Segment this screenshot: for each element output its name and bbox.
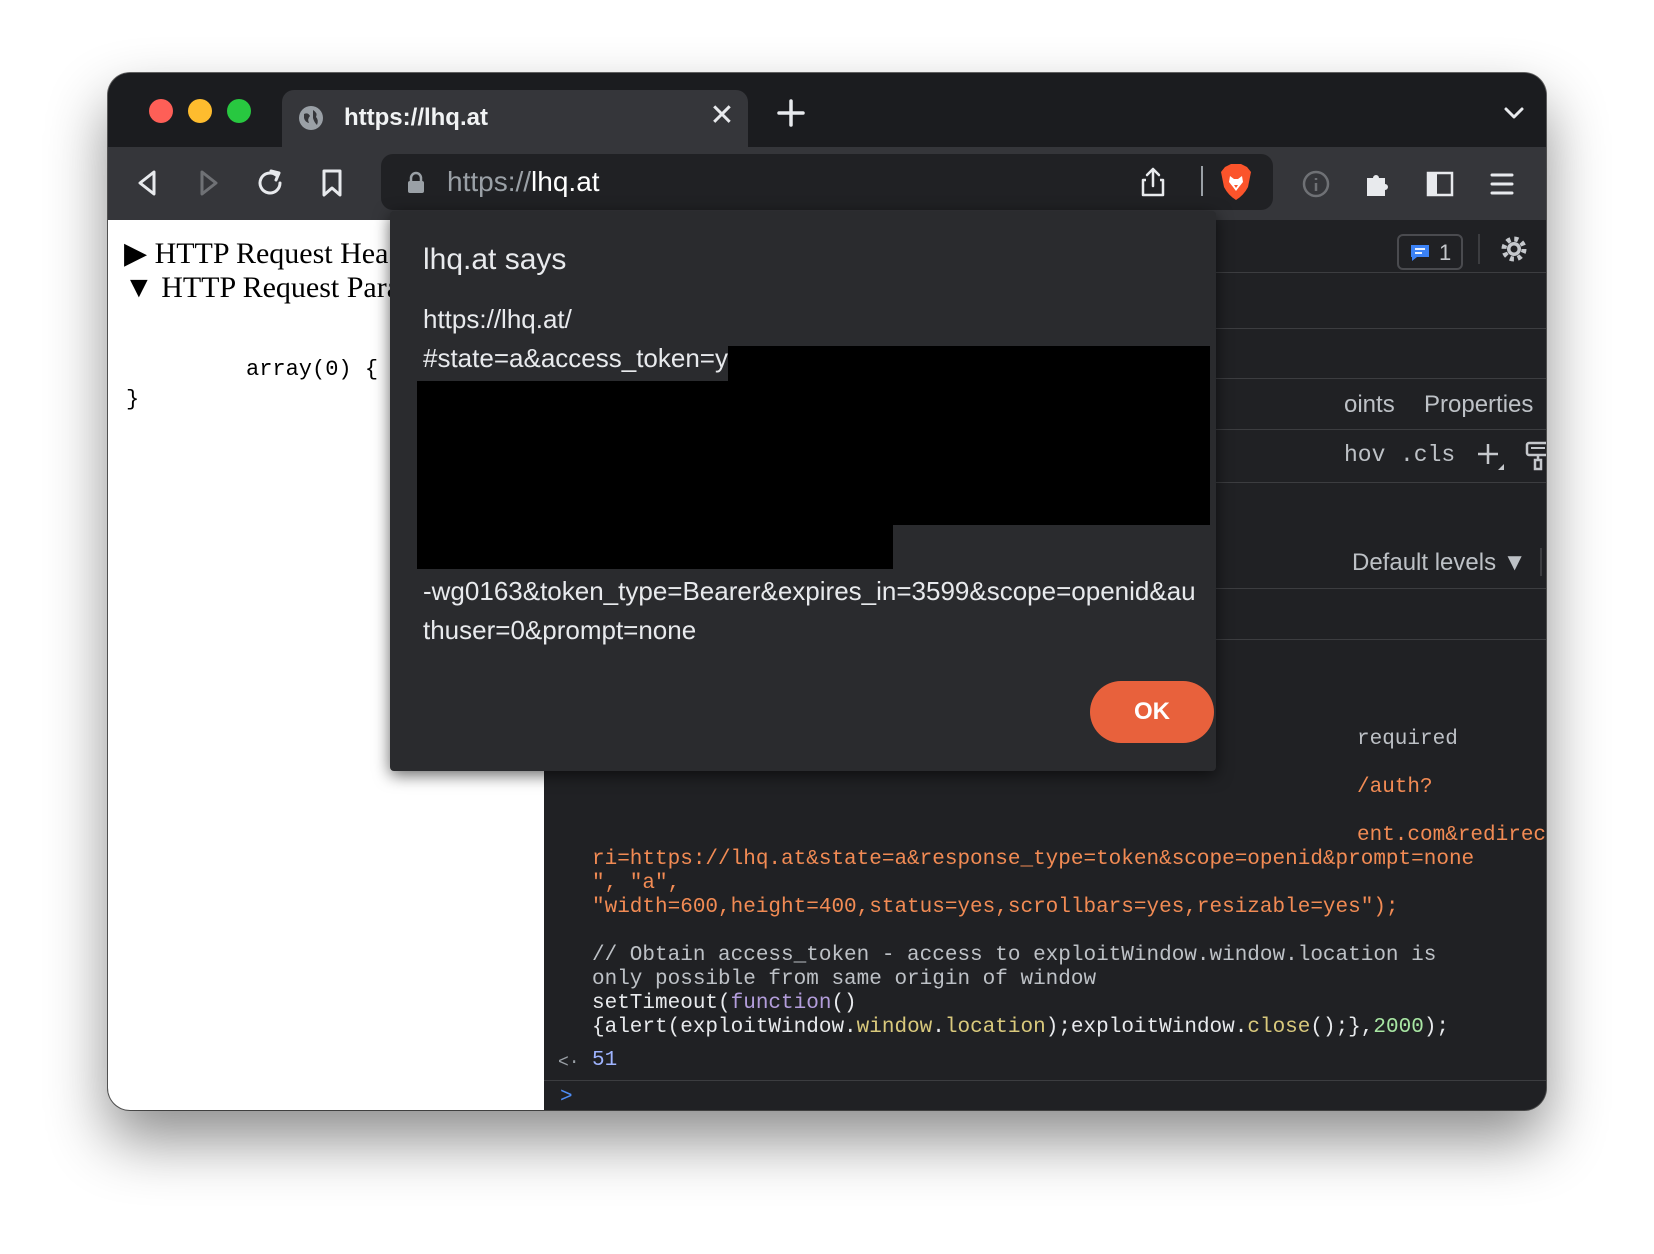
chevron-down-icon[interactable] <box>1502 101 1526 125</box>
code-alert-open: {alert(exploitWindow. <box>592 1016 857 1039</box>
share-icon[interactable] <box>1138 166 1168 198</box>
toolbar: https://lhq.at <box>108 147 1546 220</box>
dialog-title: lhq.at says <box>423 243 567 276</box>
brave-lion-icon[interactable] <box>1219 163 1253 201</box>
menu-icon[interactable] <box>1486 168 1518 200</box>
alert-dialog: lhq.at says https://lhq.at/ #state=a&acc… <box>390 211 1216 771</box>
reload-icon[interactable] <box>254 167 286 199</box>
bookmark-icon[interactable] <box>316 167 348 199</box>
dialog-message-line-1: https://lhq.at/ <box>423 304 572 334</box>
tab-title: https://lhq.at <box>344 104 488 131</box>
code-window-prop: window <box>856 1016 933 1039</box>
divider <box>544 1080 1546 1081</box>
redaction-block <box>417 381 1210 525</box>
tab-breakpoints[interactable]: oints <box>1344 391 1395 419</box>
close-window-button[interactable] <box>149 99 173 123</box>
console-a-text: ", "a", <box>592 872 681 895</box>
url-scheme: https:// <box>447 166 532 197</box>
console-uri-text: ri=https://lhq.at&state=a&response_type=… <box>592 848 1475 871</box>
redaction-block <box>728 346 1210 382</box>
console-comment-2: only possible from same origin of window <box>592 968 1097 991</box>
console-auth-text: /auth? <box>1357 776 1433 799</box>
console-redirect-text: ent.com&redirect_u <box>1357 824 1546 847</box>
issues-icon <box>1411 245 1429 261</box>
hov-button[interactable]: hov <box>1344 442 1385 468</box>
puzzle-icon[interactable] <box>1362 168 1394 200</box>
console-features-text: "width=600,height=400,status=yes,scrollb… <box>592 896 1399 919</box>
browser-window: https://lhq.at ✕ https://lhq.at ▶ HTTP R… <box>108 73 1546 1110</box>
console-settimeout-line: setTimeout(function() <box>592 992 857 1016</box>
code-delay-number: 2000 <box>1373 1016 1424 1039</box>
dialog-message-line-4: thuser=0&prompt=none <box>423 615 697 645</box>
code-parens: () <box>831 992 857 1015</box>
close-icon[interactable]: ✕ <box>706 100 738 132</box>
divider <box>1478 234 1480 264</box>
paint-icon[interactable] <box>1524 440 1546 472</box>
console-result-value: 51 <box>592 1049 618 1072</box>
default-levels-dropdown[interactable]: Default levels ▼ <box>1352 549 1527 577</box>
console-required-text: required <box>1357 728 1458 751</box>
console-prompt[interactable]: > <box>560 1086 573 1110</box>
minimize-window-button[interactable] <box>188 99 212 123</box>
address-bar[interactable]: https://lhq.at <box>381 154 1273 210</box>
code-dot: . <box>932 1016 945 1039</box>
console-alert-line: {alert(exploitWindow.window.location);ex… <box>592 1016 1449 1040</box>
http-request-headers-toggle[interactable]: ▶ HTTP Request Hea <box>124 236 388 271</box>
http-request-params-toggle[interactable]: ▼ HTTP Request Para <box>124 271 400 305</box>
code-end: ); <box>1423 1016 1450 1039</box>
code-brace: } <box>126 387 140 412</box>
code-settimeout: setTimeout( <box>592 992 731 1015</box>
plus-icon[interactable] <box>773 95 809 131</box>
globe-icon <box>299 106 323 130</box>
divider <box>1540 548 1542 576</box>
redaction-block <box>417 523 893 569</box>
dialog-message-line-2: #state=a&access_token=y <box>423 343 728 373</box>
tab-properties[interactable]: Properties <box>1424 391 1533 419</box>
url-host: lhq.at <box>531 166 600 197</box>
code-close-end: ();}, <box>1310 1016 1374 1039</box>
gear-icon[interactable] <box>1499 234 1529 264</box>
forward-icon[interactable] <box>192 167 224 199</box>
lock-icon[interactable] <box>406 171 426 193</box>
console-result-arrow: <· <box>558 1053 580 1073</box>
code-location-prop: location <box>944 1016 1046 1039</box>
sidebar-icon[interactable] <box>1424 168 1456 200</box>
title-bar: https://lhq.at ✕ <box>108 73 1546 147</box>
cls-button[interactable]: .cls <box>1400 442 1455 468</box>
issues-button[interactable]: 1 <box>1397 234 1463 270</box>
code-array: array(0) { <box>246 357 379 382</box>
issues-count: 1 <box>1439 240 1452 265</box>
url-text[interactable]: https://lhq.at <box>447 166 600 198</box>
code-function-keyword: function <box>730 992 832 1015</box>
zoom-window-button[interactable] <box>227 99 251 123</box>
ok-button[interactable]: OK <box>1090 681 1214 743</box>
back-icon[interactable] <box>132 167 164 199</box>
divider <box>1201 166 1203 196</box>
console-comment-1: // Obtain access_token - access to explo… <box>592 944 1437 967</box>
code-close-mid: );exploitWindow. <box>1045 1016 1248 1039</box>
dialog-message-line-3: -wg0163&token_type=Bearer&expires_in=359… <box>423 576 1196 606</box>
code-close-method: close <box>1247 1016 1311 1039</box>
console-features-line: "width=600,height=400,status=yes,scrollb… <box>592 896 1399 920</box>
plus-icon[interactable] <box>1474 440 1506 472</box>
info-icon[interactable] <box>1300 168 1332 200</box>
tab-active[interactable]: https://lhq.at ✕ <box>282 90 748 147</box>
